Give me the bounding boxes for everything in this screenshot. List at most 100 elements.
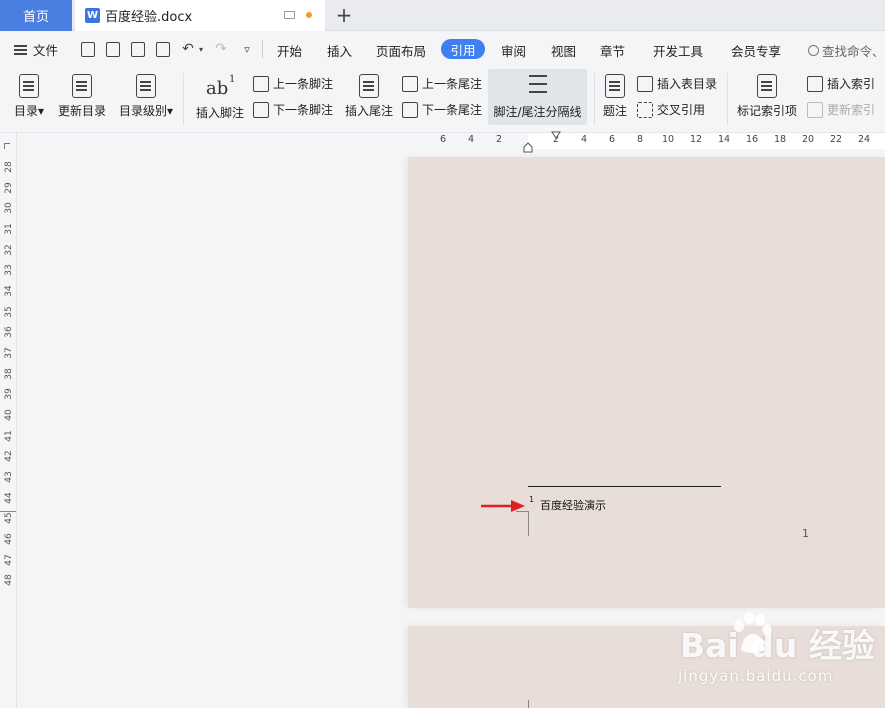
- next-endnote-button[interactable]: 下一条尾注: [402, 101, 482, 118]
- menu-review[interactable]: 审阅: [501, 41, 526, 60]
- cross-reference-label: 交叉引用: [657, 103, 706, 117]
- print-preview-icon[interactable]: [154, 40, 172, 58]
- menu-page-layout[interactable]: 页面布局: [376, 41, 426, 60]
- baidu-watermark: Bai du 经验 jingyan.baidu.com: [676, 604, 881, 694]
- ruler-tick-label: 34: [4, 285, 14, 297]
- first-line-indent-icon[interactable]: [551, 131, 561, 141]
- ruler-tick-label: 35: [4, 306, 14, 318]
- next-footnote-button[interactable]: 下一条脚注: [253, 101, 333, 118]
- footnote-separator-line: [528, 486, 721, 487]
- tab-document-label: 百度经验.docx: [105, 10, 193, 25]
- ruler-tick-label: 14: [717, 134, 731, 145]
- ruler-tick-label: 30: [4, 202, 14, 214]
- cross-reference-button[interactable]: 交叉引用: [637, 101, 705, 118]
- ruler-tick-label: 46: [4, 533, 14, 545]
- insert-index-button[interactable]: 插入索引: [807, 75, 875, 92]
- menu-references[interactable]: 引用: [441, 39, 485, 59]
- ruler-tick-label: 29: [4, 182, 14, 194]
- undo-icon[interactable]: ↶: [179, 40, 197, 58]
- ruler-tick-label: 31: [4, 223, 14, 235]
- insert-index-label: 插入索引: [827, 77, 876, 91]
- ruler-tick-label: 8: [636, 134, 644, 145]
- next-endnote-label: 下一条尾注: [422, 103, 483, 117]
- insert-endnote-icon: [359, 74, 379, 98]
- watermark-logo: Bai du 经验: [680, 626, 875, 665]
- menu-view[interactable]: 视图: [551, 41, 576, 60]
- update-index-button[interactable]: 更新索引: [807, 101, 875, 118]
- toc-level-button[interactable]: 目录级别▾: [118, 70, 174, 119]
- menu-developer-tools[interactable]: 开发工具: [653, 41, 703, 60]
- undo-dropdown-icon[interactable]: ▾: [196, 40, 206, 58]
- insert-table-of-figures-button[interactable]: 插入表目录: [637, 75, 717, 92]
- menu-start[interactable]: 开始: [277, 41, 302, 60]
- footnote-text[interactable]: 百度经验演示: [540, 497, 606, 513]
- prev-footnote-label: 上一条脚注: [273, 77, 334, 91]
- margin-corner-marker: [528, 700, 529, 708]
- ruler-tick-label: 4: [467, 134, 475, 145]
- ruler-tick-label: 16: [745, 134, 759, 145]
- hamburger-icon: [14, 44, 27, 55]
- unsaved-dot-icon: [306, 12, 312, 18]
- mark-index-entry-button[interactable]: 标记索引项: [736, 70, 798, 119]
- red-arrow-icon: [481, 500, 525, 512]
- ruler-toggle-icon[interactable]: [4, 143, 10, 149]
- menu-section[interactable]: 章节: [600, 41, 625, 60]
- prev-footnote-button[interactable]: 上一条脚注: [253, 75, 333, 92]
- command-search[interactable]: 查找命令、: [808, 41, 885, 60]
- prev-footnote-icon: [253, 75, 269, 92]
- caption-button[interactable]: 题注: [601, 70, 629, 119]
- baidu-paw-icon: [734, 612, 772, 653]
- update-toc-label: 更新目录: [57, 104, 106, 118]
- ruler-tick-label: 32: [4, 244, 14, 256]
- toc-level-icon: [136, 74, 156, 98]
- ruler-tick-label: 12: [689, 134, 703, 145]
- search-icon: [808, 45, 819, 56]
- ruler-tick-label: 6: [608, 134, 616, 145]
- toc-button[interactable]: 目录▾: [13, 70, 45, 119]
- pin-window-icon[interactable]: [284, 11, 295, 19]
- ruler-tick-label: 28: [4, 161, 14, 173]
- export-pdf-icon[interactable]: [104, 40, 122, 58]
- file-menu-label: 文件: [33, 43, 59, 58]
- insert-footnote-icon: ab 1: [206, 74, 236, 99]
- redo-icon[interactable]: ↷: [212, 40, 230, 58]
- insert-endnote-button[interactable]: 插入尾注: [344, 70, 394, 119]
- print-icon[interactable]: [129, 40, 147, 58]
- menu-member[interactable]: 会员专享: [731, 41, 781, 60]
- insert-footnote-button[interactable]: ab 1 插入脚注: [195, 70, 245, 121]
- margin-corner-marker: [516, 511, 529, 536]
- next-footnote-label: 下一条脚注: [273, 103, 334, 117]
- ruler-tick-label: 40: [4, 409, 14, 421]
- ruler-tick-label: 20: [801, 134, 815, 145]
- toolbar-divider: [262, 40, 263, 58]
- ruler-tick-label: 36: [4, 326, 14, 338]
- tab-home[interactable]: 首页: [0, 0, 72, 31]
- table-of-figures-icon: [637, 75, 653, 92]
- caption-icon: [605, 74, 625, 98]
- vertical-ruler[interactable]: 28 29 30 31 32 33 34 35 36 37 38 39 40 4…: [0, 133, 17, 708]
- indent-marker-icon[interactable]: [523, 141, 533, 153]
- update-toc-button[interactable]: 更新目录: [57, 70, 107, 119]
- ruler-tick-label: 2: [495, 134, 503, 145]
- horizontal-ruler[interactable]: 6 4 2 2 4 6 8 10 12 14 16 18 20 22 24: [405, 133, 885, 149]
- footnote-separator-button[interactable]: 脚注/尾注分隔线: [488, 69, 587, 125]
- file-menu[interactable]: 文件: [14, 40, 58, 59]
- menu-bar: 文件 ↶ ▾ ↷ ▿ 开始 插入 页面布局 引用 审阅 视图 章节 开发工具 会…: [0, 31, 885, 67]
- watermark-url: jingyan.baidu.com: [678, 667, 834, 685]
- ruler-margin-marker[interactable]: [0, 511, 16, 512]
- prev-endnote-button[interactable]: 上一条尾注: [402, 75, 482, 92]
- mark-index-icon: [757, 74, 777, 98]
- customize-toolbar-icon[interactable]: ▿: [238, 40, 256, 58]
- document-page[interactable]: [408, 157, 885, 608]
- insert-table-of-figures-label: 插入表目录: [657, 77, 718, 91]
- save-icon[interactable]: [79, 40, 97, 58]
- prev-endnote-label: 上一条尾注: [422, 77, 483, 91]
- menu-insert[interactable]: 插入: [327, 41, 352, 60]
- new-tab-button[interactable]: +: [333, 3, 355, 27]
- ruler-tick-label: 44: [4, 492, 14, 504]
- insert-endnote-label: 插入尾注: [344, 104, 393, 118]
- footnote-separator-icon: [526, 73, 550, 99]
- ribbon-references: 目录▾ 更新目录 目录级别▾ ab 1 插入脚注 上一条脚注 下一条脚注 插入尾…: [0, 67, 885, 133]
- tab-document[interactable]: W 百度经验.docx: [75, 0, 325, 31]
- ruler-tick-label: 37: [4, 347, 14, 359]
